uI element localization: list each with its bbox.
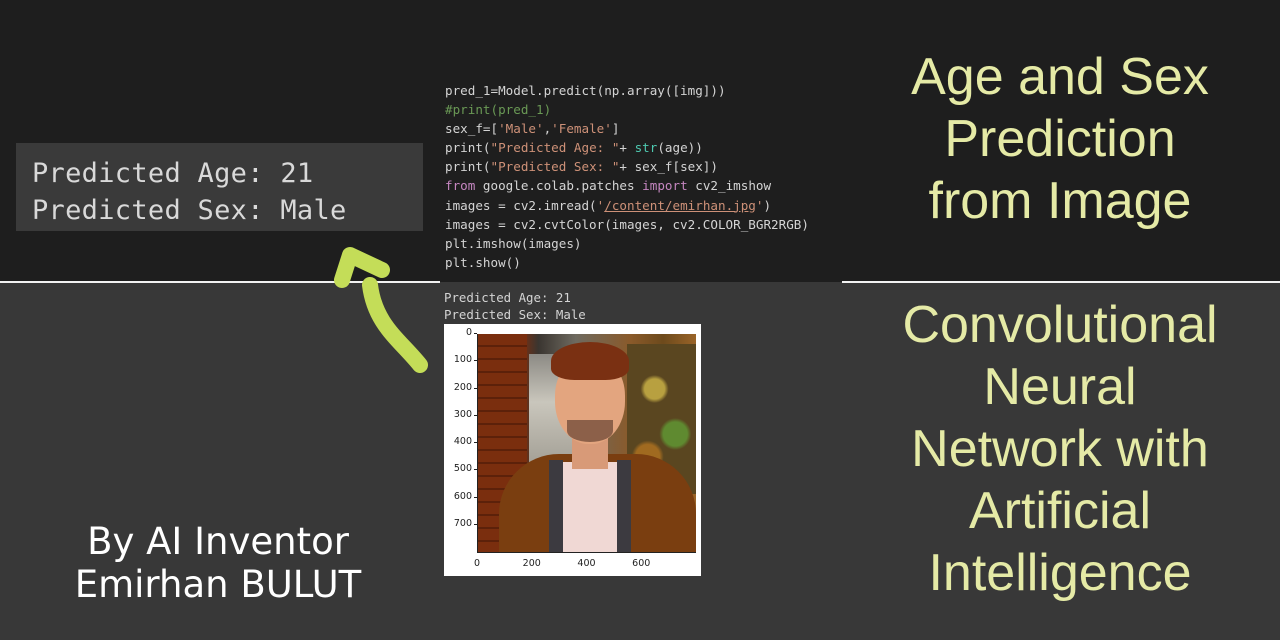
photo-hair	[551, 342, 629, 380]
photo-lapel	[549, 460, 563, 552]
code-line: images = cv2.imread('/content/emirhan.jp…	[445, 197, 772, 213]
divider	[842, 281, 1280, 283]
code-line: plt.imshow(images)	[445, 235, 582, 251]
y-axis	[477, 334, 478, 552]
output-sex-line: Predicted Sex: Male	[32, 195, 347, 226]
title-bottom: Convolutional Neural Network with Artifi…	[860, 294, 1260, 604]
author-name: Emirhan BULUT	[74, 563, 362, 606]
photo-beard	[567, 420, 613, 442]
y-tick-label: 600	[446, 491, 477, 502]
zoomed-output-panel: Predicted Age: 21 Predicted Sex: Male	[16, 143, 423, 231]
code-line: plt.show()	[445, 254, 521, 270]
y-tick-label: 700	[446, 518, 477, 529]
title-line: from Image	[928, 172, 1192, 230]
title-line: Age and Sex	[911, 48, 1209, 106]
code-line: sex_f=['Male','Female']	[445, 121, 620, 137]
x-tick-label: 600	[632, 558, 651, 569]
output-sex-line: Predicted Sex: Male	[444, 307, 586, 322]
output-age-line: Predicted Age: 21	[444, 290, 571, 305]
y-tick-label: 100	[446, 354, 477, 365]
y-tick-label: 300	[446, 409, 477, 420]
credit-line: By AI Inventor	[87, 520, 349, 563]
x-axis	[477, 552, 696, 553]
title-line: Neural	[983, 358, 1137, 416]
cell-output: Predicted Age: 21 Predicted Sex: Male	[444, 289, 586, 323]
code-editor[interactable]: pred_1=Model.predict(np.array([img])) #pr…	[445, 81, 809, 272]
x-tick-label: 0	[473, 558, 481, 569]
arrow-icon	[334, 247, 428, 373]
title-line: Artificial	[968, 482, 1152, 540]
title-line: Prediction	[944, 110, 1176, 168]
output-age-line: Predicted Age: 21	[32, 158, 314, 189]
y-tick-label: 0	[446, 327, 477, 338]
title-line: Convolutional	[902, 296, 1218, 354]
y-tick-label: 400	[446, 436, 477, 447]
code-line: #print(pred_1)	[445, 102, 552, 118]
title-line: Intelligence	[928, 544, 1192, 602]
x-tick-label: 400	[577, 558, 596, 569]
code-line: pred_1=Model.predict(np.array([img]))	[445, 83, 726, 98]
code-line: print("Predicted Sex: "+ sex_f[sex])	[445, 159, 718, 175]
y-tick-label: 200	[446, 382, 477, 393]
title-line: Network with	[911, 420, 1209, 478]
file-path-link[interactable]: /content/emirhan.jpg	[604, 198, 756, 213]
code-line: print("Predicted Age: "+ str(age))	[445, 140, 703, 156]
photo-shirt	[559, 462, 619, 552]
code-line: images = cv2.cvtColor(images, cv2.COLOR_…	[445, 216, 809, 232]
y-tick-label: 500	[446, 463, 477, 474]
x-tick-label: 200	[522, 558, 541, 569]
author-credit: By AI Inventor Emirhan BULUT	[48, 520, 388, 606]
portrait-photo	[477, 334, 696, 552]
title-top: Age and Sex Prediction from Image	[860, 46, 1260, 232]
code-line: from google.colab.patches import cv2_ims…	[445, 178, 772, 194]
photo-lapel	[617, 460, 631, 552]
